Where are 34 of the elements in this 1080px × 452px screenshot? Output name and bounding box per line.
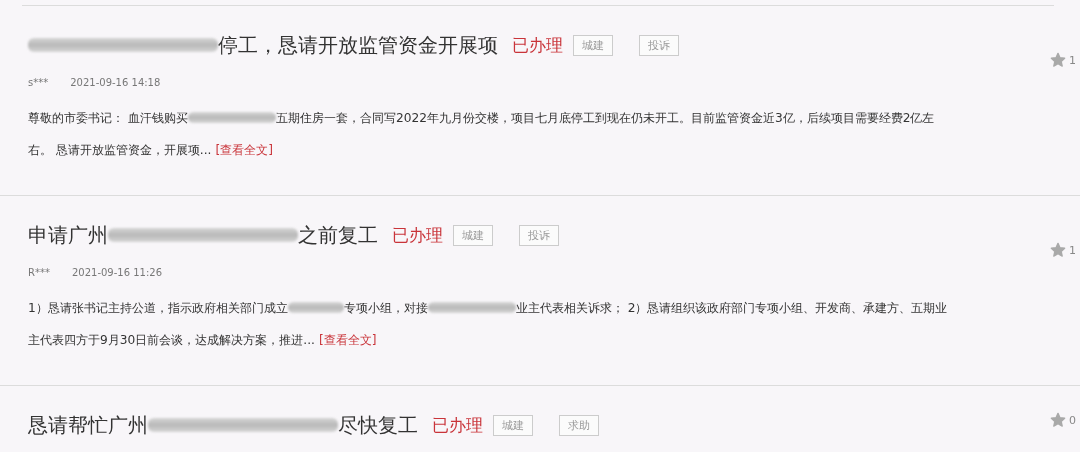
- post-time: 2021-09-16 11:26: [71, 266, 163, 278]
- item-title-text: 恳请帮忙广州: [28, 411, 148, 439]
- status-label: 已办理: [392, 223, 443, 247]
- category-tag[interactable]: 求助: [559, 414, 599, 436]
- like-count: 1: [1069, 243, 1076, 257]
- item-summary-text: 尊敬的市委书记： 血汗钱购买: [28, 111, 188, 125]
- item-summary-text: 五期住房一套，合同写2022年九月份交楼，项目七月底停工到现在仍未开工。目前监管资金近3亿，后续项目需要经费2亿左: [275, 111, 935, 125]
- star-icon[interactable]: [1050, 412, 1066, 428]
- item-title-text: 申请广州: [28, 221, 108, 249]
- category-tag[interactable]: 城建: [453, 224, 493, 246]
- category-tag[interactable]: 投诉: [519, 224, 559, 246]
- category-tag[interactable]: 城建: [493, 414, 533, 436]
- status-label: 已办理: [512, 33, 563, 57]
- author-name: s***: [28, 76, 49, 88]
- author-name: R***: [28, 266, 50, 278]
- item-summary-text: 右。 恳请开放监管资金，开展项...: [28, 143, 212, 157]
- item-title-text: 停工，恳请开放监管资金开展项: [218, 31, 498, 59]
- category-tag[interactable]: 投诉: [639, 34, 679, 56]
- item-title-text: 尽快复工: [338, 411, 418, 439]
- like-count: 0: [1069, 413, 1076, 427]
- category-tag[interactable]: 城建: [573, 34, 613, 56]
- read-more-link[interactable]: [查看全文]: [215, 143, 273, 157]
- status-label: 已办理: [432, 413, 483, 437]
- item-summary-text: 业主代表相关诉求； 2）恳请组织该政府部门专项小组、开发商、承建方、五期业: [515, 301, 948, 315]
- item-summary-text: 主代表四方于9月30日前会谈，达成解决方案，推进...: [28, 333, 315, 347]
- item-summary-text: 专项小组，对接: [343, 301, 428, 315]
- post-time: 2021-09-16 14:18: [70, 76, 161, 88]
- star-icon[interactable]: [1050, 242, 1066, 258]
- item-summary-text: 1）恳请张书记主持公道，指示政府相关部门成立: [28, 301, 288, 315]
- item-title-text: 之前复工: [298, 221, 378, 249]
- blurred-redaction: [287, 302, 344, 313]
- read-more-link[interactable]: [查看全文]: [318, 333, 377, 347]
- star-icon[interactable]: [1050, 52, 1066, 68]
- like-count: 1: [1069, 53, 1076, 67]
